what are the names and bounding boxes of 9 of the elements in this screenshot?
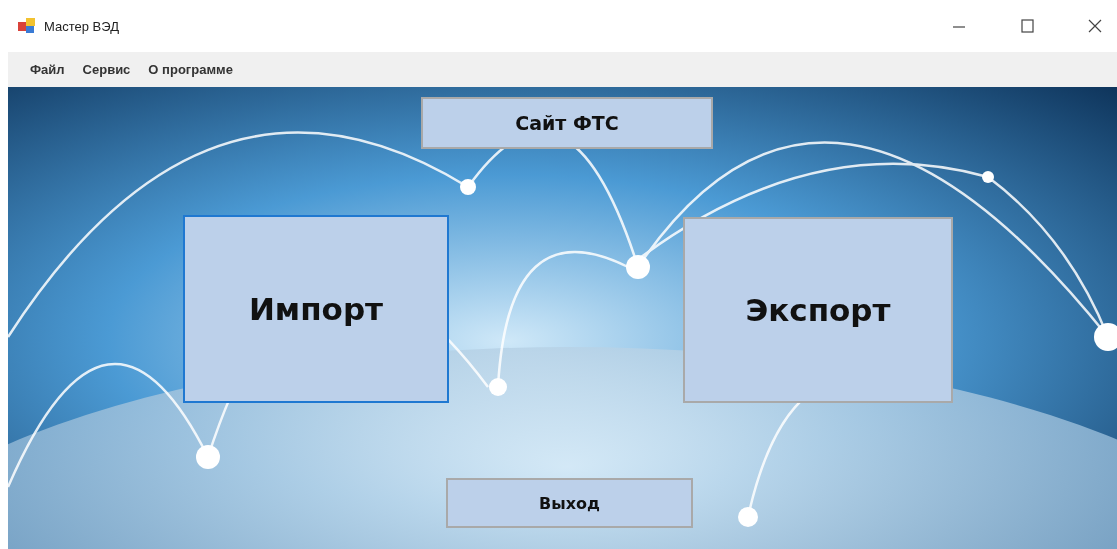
- action-button[interactable]: Выход: [446, 478, 693, 528]
- action-button[interactable]: Сайт ФТС: [421, 97, 713, 149]
- menu-item[interactable]: Сервис: [74, 60, 139, 79]
- app-icon: [18, 18, 36, 34]
- action-button[interactable]: Импорт: [183, 215, 449, 403]
- window-title: Мастер ВЭД: [44, 18, 119, 34]
- action-button[interactable]: Экспорт: [683, 217, 953, 403]
- menu-item[interactable]: Файл: [22, 60, 73, 79]
- menu-item[interactable]: О программе: [140, 60, 241, 79]
